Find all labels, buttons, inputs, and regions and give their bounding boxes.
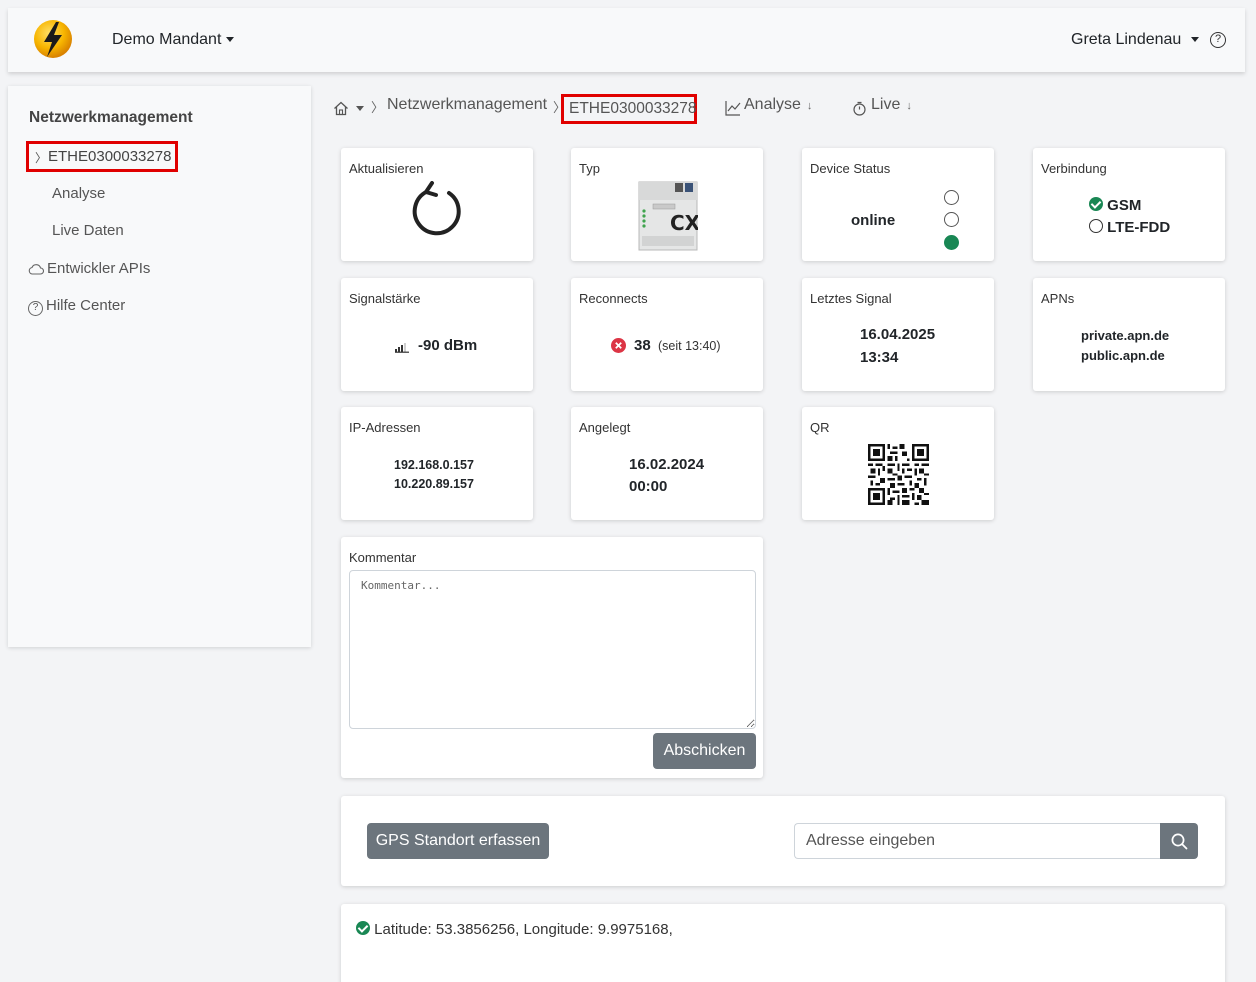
breadcrumb-analyse[interactable]: Analyse ↓ bbox=[744, 96, 812, 114]
sidebar-item-label: Hilfe Center bbox=[46, 297, 126, 314]
status-value: online bbox=[851, 212, 896, 229]
status-light-green bbox=[944, 235, 959, 250]
arrow-down-icon: ↓ bbox=[906, 100, 912, 112]
reconnects-count: 38 bbox=[634, 337, 651, 354]
address-input[interactable] bbox=[794, 823, 1160, 859]
sidebar-title: Netzwerkmanagement bbox=[29, 109, 193, 126]
tenant-dropdown[interactable]: Demo Mandant bbox=[112, 31, 235, 49]
card-label: Angelegt bbox=[579, 420, 631, 435]
card-label: APNs bbox=[1041, 291, 1075, 306]
type-card: Typ CX bbox=[571, 148, 763, 261]
signal-value: -90 dBm bbox=[418, 337, 478, 354]
card-label: Aktualisieren bbox=[349, 161, 424, 176]
breadcrumb-device[interactable]: ETHE0300033278 bbox=[561, 94, 697, 124]
reconnects-since: (seit 13:40) bbox=[658, 339, 721, 353]
status-light-red bbox=[944, 190, 959, 205]
apn-item: public.apn.de bbox=[1081, 348, 1165, 363]
apn-item: private.apn.de bbox=[1081, 328, 1170, 343]
last-signal-date: 16.04.2025 bbox=[860, 326, 936, 343]
card-label: Device Status bbox=[810, 161, 891, 176]
check-circle-icon bbox=[356, 921, 370, 935]
ip-address: 192.168.0.157 bbox=[394, 458, 474, 472]
reconnects-card: Reconnects 38 (seit 13:40) bbox=[571, 278, 763, 391]
refresh-icon[interactable] bbox=[409, 181, 467, 243]
gps-result-text: Latitude: 53.3856256, Longitude: 9.99751… bbox=[374, 921, 673, 938]
lightning-logo-icon[interactable] bbox=[32, 18, 74, 60]
sidebar: Netzwerkmanagement 〉 ETHE0300033278 Anal… bbox=[8, 86, 311, 647]
card-label: IP-Adressen bbox=[349, 420, 421, 435]
help-circle-icon[interactable]: ? bbox=[1210, 32, 1226, 48]
qr-card: QR bbox=[802, 407, 994, 520]
qr-code-image[interactable] bbox=[868, 444, 929, 505]
caret-down-icon bbox=[1191, 37, 1200, 43]
last-signal-time: 13:34 bbox=[860, 349, 899, 366]
created-date: 16.02.2024 bbox=[629, 456, 705, 473]
connection-option-lte: LTE-FDD bbox=[1089, 219, 1170, 236]
caret-down-icon[interactable] bbox=[356, 106, 364, 111]
comment-textarea[interactable] bbox=[349, 570, 756, 729]
sidebar-item-device[interactable]: 〉 ETHE0300033278 bbox=[26, 141, 178, 172]
card-label: Letztes Signal bbox=[810, 291, 892, 306]
sidebar-item-label: ETHE0300033278 bbox=[48, 148, 172, 165]
device-status-card: Device Status online bbox=[802, 148, 994, 261]
card-label: Verbindung bbox=[1041, 161, 1107, 176]
breadcrumb-live[interactable]: Live ↓ bbox=[871, 96, 912, 114]
sidebar-item-label: Entwickler APIs bbox=[47, 260, 151, 277]
apns-card: APNs private.apn.de public.apn.de bbox=[1033, 278, 1225, 391]
sidebar-item-developer-apis[interactable]: Entwickler APIs bbox=[28, 260, 150, 277]
last-signal-card: Letztes Signal 16.04.2025 13:34 bbox=[802, 278, 994, 391]
refresh-card[interactable]: Aktualisieren bbox=[341, 148, 533, 261]
cloud-icon bbox=[28, 264, 44, 275]
status-light-yellow bbox=[944, 212, 959, 227]
search-icon bbox=[1171, 833, 1188, 850]
address-search-button[interactable] bbox=[1160, 823, 1198, 859]
card-label: QR bbox=[810, 420, 830, 435]
user-dropdown[interactable]: Greta Lindenau bbox=[1071, 31, 1200, 49]
error-x-circle-icon bbox=[611, 338, 626, 353]
caret-down-icon bbox=[226, 37, 235, 43]
empty-circle-icon bbox=[1089, 219, 1103, 233]
connection-option-label: GSM bbox=[1107, 197, 1142, 214]
connection-option-gsm: GSM bbox=[1089, 197, 1141, 214]
signal-bars-icon bbox=[395, 343, 409, 353]
card-label: Typ bbox=[579, 161, 600, 176]
created-time: 00:00 bbox=[629, 478, 668, 495]
ip-addresses-card: IP-Adressen 192.168.0.157 10.220.89.157 bbox=[341, 407, 533, 520]
breadcrumb-analyse-label: Analyse bbox=[744, 96, 801, 113]
submit-comment-button[interactable]: Abschicken bbox=[653, 733, 756, 769]
comment-card: Kommentar Abschicken bbox=[341, 537, 763, 778]
question-circle-icon: ? bbox=[28, 301, 43, 316]
chevron-right-icon: 〉 bbox=[371, 100, 385, 115]
ip-address: 10.220.89.157 bbox=[394, 477, 474, 491]
breadcrumb-live-label: Live bbox=[871, 96, 901, 113]
tenant-label: Demo Mandant bbox=[112, 31, 222, 48]
connection-option-label: LTE-FDD bbox=[1107, 219, 1171, 236]
breadcrumb-netzwerkmanagement[interactable]: Netzwerkmanagement bbox=[387, 96, 547, 114]
router-device-image: CX bbox=[638, 181, 698, 251]
chevron-right-icon: 〉 bbox=[35, 151, 48, 165]
device-model-text: CX bbox=[670, 211, 698, 235]
gps-result: Latitude: 53.3856256, Longitude: 9.99751… bbox=[356, 921, 673, 938]
gps-card: GPS Standort erfassen bbox=[341, 796, 1225, 886]
breadcrumb-device-label: ETHE0300033278 bbox=[569, 100, 697, 117]
arrow-down-icon: ↓ bbox=[806, 100, 813, 112]
sidebar-item-live-daten[interactable]: Live Daten bbox=[52, 222, 124, 239]
card-label: Kommentar bbox=[349, 550, 417, 565]
stopwatch-icon bbox=[853, 101, 866, 116]
card-label: Signalstärke bbox=[349, 291, 421, 306]
user-name: Greta Lindenau bbox=[1071, 31, 1182, 48]
sidebar-item-analyse[interactable]: Analyse bbox=[52, 185, 105, 202]
line-chart-icon bbox=[725, 101, 741, 116]
home-icon[interactable] bbox=[333, 101, 349, 116]
gps-capture-button[interactable]: GPS Standort erfassen bbox=[367, 823, 549, 859]
signal-card: Signalstärke -90 dBm bbox=[341, 278, 533, 391]
top-navbar: Demo Mandant Greta Lindenau ? bbox=[8, 8, 1245, 72]
check-circle-icon bbox=[1089, 197, 1103, 211]
gps-result-card: Latitude: 53.3856256, Longitude: 9.99751… bbox=[341, 904, 1225, 982]
sidebar-item-help-center[interactable]: ? Hilfe Center bbox=[28, 297, 125, 316]
created-card: Angelegt 16.02.2024 00:00 bbox=[571, 407, 763, 520]
connection-card: Verbindung GSM LTE-FDD bbox=[1033, 148, 1225, 261]
card-label: Reconnects bbox=[579, 291, 648, 306]
